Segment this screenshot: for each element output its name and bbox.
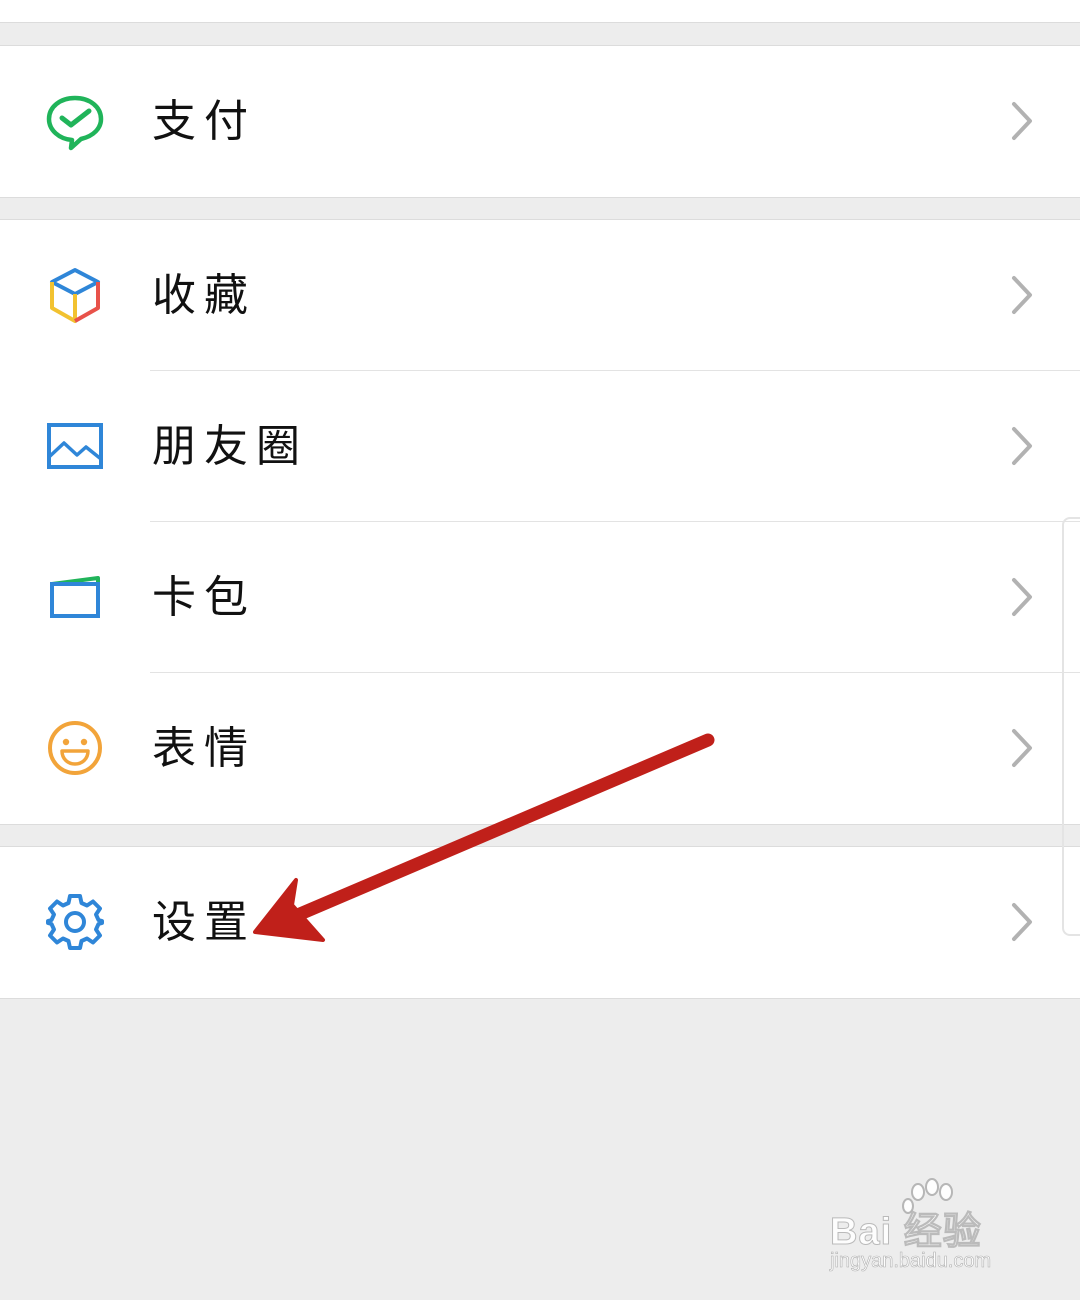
favorites-cube-icon [50,268,100,323]
sticker-smile-icon [48,721,102,775]
settings-gear-icon [46,894,104,950]
menu-group-pay: 支付 [0,45,1080,198]
side-panel-edge[interactable] [1062,517,1080,936]
menu-item-cards[interactable]: 卡包 [0,522,1080,673]
chevron-right-icon [1012,903,1032,941]
top-list-edge [0,0,1080,23]
menu-group-main: 收藏 朋友圈 卡包 表情 [0,219,1080,825]
chevron-right-icon [1012,102,1032,140]
menu-item-label: 卡包 [152,572,256,623]
chevron-right-icon [1012,578,1032,616]
chevron-right-icon [1012,427,1032,465]
menu-item-moments[interactable]: 朋友圈 [0,371,1080,522]
menu-item-label: 收藏 [152,270,256,321]
watermark-url: jingyan.baidu.com [830,1250,992,1273]
menu-item-label: 朋友圈 [152,421,308,472]
menu-item-pay[interactable]: 支付 [0,46,1080,197]
menu-item-settings[interactable]: 设置 [0,847,1080,998]
menu-item-label: 设置 [152,897,256,948]
chevron-right-icon [1012,276,1032,314]
wechat-pay-icon [46,95,104,151]
watermark-brand: Bai 经验 [830,1211,982,1254]
card-wallet-icon [50,576,100,618]
menu-item-label: 支付 [152,96,256,147]
chevron-right-icon [1012,729,1032,767]
menu-item-label: 表情 [152,723,256,774]
moments-image-icon [47,423,103,469]
menu-item-stickers[interactable]: 表情 [0,673,1080,824]
menu-group-settings: 设置 [0,846,1080,999]
menu-item-favorites[interactable]: 收藏 [0,220,1080,371]
